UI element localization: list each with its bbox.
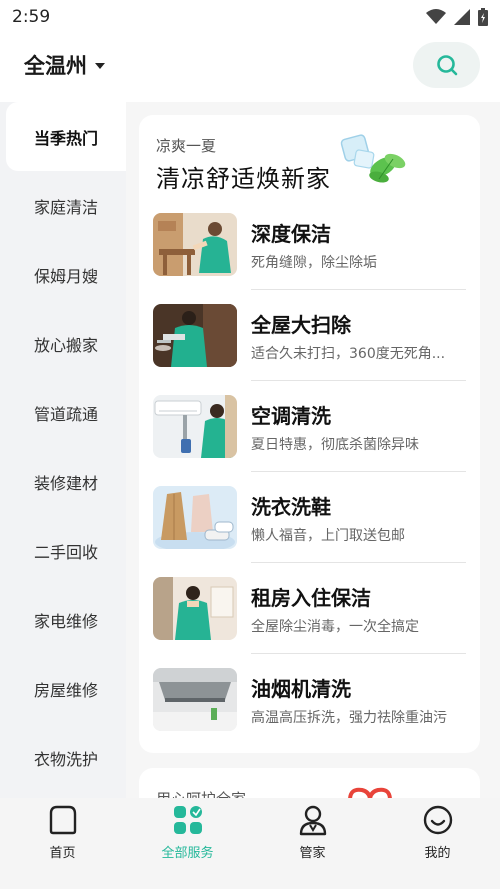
- service-desc: 死角缝隙，除尘除垢: [251, 255, 377, 271]
- city-selector[interactable]: 全温州: [24, 50, 105, 80]
- sidebar-item[interactable]: 家电维修: [6, 585, 126, 654]
- banner-subtitle: 凉爽一夏: [156, 137, 217, 155]
- service-item[interactable]: 洗衣洗鞋 懒人福音，上门取送包邮: [153, 486, 466, 577]
- sidebar-item-label: 家庭清洁: [34, 197, 99, 217]
- wifi-icon: [426, 9, 446, 24]
- home-icon: [49, 805, 76, 835]
- nav-mine[interactable]: 我的: [375, 798, 500, 889]
- sidebar-item-label: 二手回收: [34, 542, 99, 562]
- ice-mint-illustration: [340, 134, 406, 183]
- nav-label: 我的: [424, 846, 451, 861]
- service-name: 全屋大扫除: [251, 313, 351, 337]
- nav-label: 全部服务: [161, 846, 214, 861]
- sidebar-item-label: 保姆月嫂: [34, 266, 99, 286]
- caret-down-icon: [95, 63, 105, 69]
- service-name: 空调清洗: [251, 404, 331, 428]
- grid-icon: [173, 806, 202, 834]
- sidebar-item[interactable]: 家庭清洁: [6, 171, 126, 240]
- section-title: 用心呵护全家: [156, 788, 246, 798]
- header: 全温州: [0, 34, 500, 102]
- status-icons: [426, 8, 488, 26]
- sidebar-item-label: 管道疏通: [34, 404, 99, 424]
- service-item[interactable]: 空调清洗 夏日特惠，彻底杀菌除异味: [153, 395, 466, 486]
- nav-all-services[interactable]: 全部服务: [125, 798, 250, 889]
- service-item[interactable]: 油烟机清洗 高温高压拆洗，强力祛除重油污: [153, 668, 466, 759]
- sidebar-item[interactable]: 当季热门: [6, 102, 126, 171]
- nav-home[interactable]: 首页: [0, 798, 125, 889]
- banner-title: 清凉舒适焕新家: [156, 165, 331, 193]
- sidebar-item[interactable]: 管道疏通: [6, 378, 126, 447]
- service-item[interactable]: 租房入住保洁 全屋除尘消毒，一次全搞定: [153, 577, 466, 668]
- category-sidebar: 当季热门 家庭清洁 保姆月嫂 放心搬家 管道疏通 装修建材 二手回收 家电维修 …: [0, 102, 126, 798]
- service-name: 洗衣洗鞋: [251, 495, 331, 519]
- service-desc: 适合久未打扫，360度无死角...: [251, 346, 446, 362]
- ac-cleaning-thumbnail: [153, 395, 237, 458]
- laundry-thumbnail: [153, 486, 237, 549]
- sidebar-item-label: 当季热门: [34, 128, 99, 148]
- sidebar-item[interactable]: 房屋维修: [6, 654, 126, 723]
- rental-move-in-cleaning-thumbnail: [153, 577, 237, 640]
- bottom-nav: 首页 全部服务 管家 我的: [0, 798, 500, 889]
- nav-label: 管家: [299, 846, 326, 861]
- status-bar: 2:59: [0, 0, 500, 34]
- service-item[interactable]: 全屋大扫除 适合久未打扫，360度无死角...: [153, 304, 466, 395]
- service-item[interactable]: 深度保洁 死角缝隙，除尘除垢: [153, 213, 466, 304]
- sidebar-item-label: 装修建材: [34, 473, 99, 493]
- nav-butler[interactable]: 管家: [250, 798, 375, 889]
- service-desc: 懒人福音，上门取送包邮: [251, 528, 405, 544]
- sidebar-item[interactable]: 装修建材: [6, 447, 126, 516]
- battery-icon: [478, 8, 488, 26]
- sidebar-item[interactable]: 二手回收: [6, 516, 126, 585]
- search-icon: [436, 55, 457, 76]
- sidebar-item-label: 放心搬家: [34, 335, 99, 355]
- sidebar-item-label: 房屋维修: [34, 680, 99, 700]
- sidebar-item-label: 衣物洗护: [34, 749, 99, 769]
- content-panel[interactable]: 凉爽一夏 清凉舒适焕新家 深度保洁 死角缝隙，除尘除垢 全屋大扫除 适合久未打扫…: [126, 102, 500, 798]
- deep-cleaning-thumbnail: [153, 213, 237, 276]
- smile-icon: [423, 805, 452, 835]
- status-time: 2:59: [12, 7, 51, 27]
- seasonal-card: 凉爽一夏 清凉舒适焕新家 深度保洁 死角缝隙，除尘除垢 全屋大扫除 适合久未打扫…: [139, 115, 480, 753]
- service-name: 租房入住保洁: [251, 586, 371, 610]
- whole-house-cleaning-thumbnail: [153, 304, 237, 367]
- sidebar-item-label: 家电维修: [34, 611, 99, 631]
- service-desc: 全屋除尘消毒，一次全搞定: [251, 619, 419, 635]
- service-desc: 高温高压拆洗，强力祛除重油污: [251, 710, 447, 726]
- city-name: 全温州: [24, 54, 87, 78]
- sidebar-item[interactable]: 放心搬家: [6, 309, 126, 378]
- signal-icon: [454, 9, 470, 25]
- sidebar-item[interactable]: 保姆月嫂: [6, 240, 126, 309]
- range-hood-cleaning-thumbnail: [153, 668, 237, 731]
- search-button[interactable]: [413, 42, 480, 88]
- heart-illustration: [348, 787, 392, 798]
- sidebar-item[interactable]: 衣物洗护: [6, 723, 126, 792]
- service-name: 油烟机清洗: [251, 677, 351, 701]
- service-desc: 夏日特惠，彻底杀菌除异味: [251, 437, 419, 453]
- service-name: 深度保洁: [251, 222, 331, 246]
- family-care-card: 用心呵护全家: [139, 768, 480, 798]
- nav-label: 首页: [49, 846, 76, 861]
- person-icon: [299, 805, 326, 836]
